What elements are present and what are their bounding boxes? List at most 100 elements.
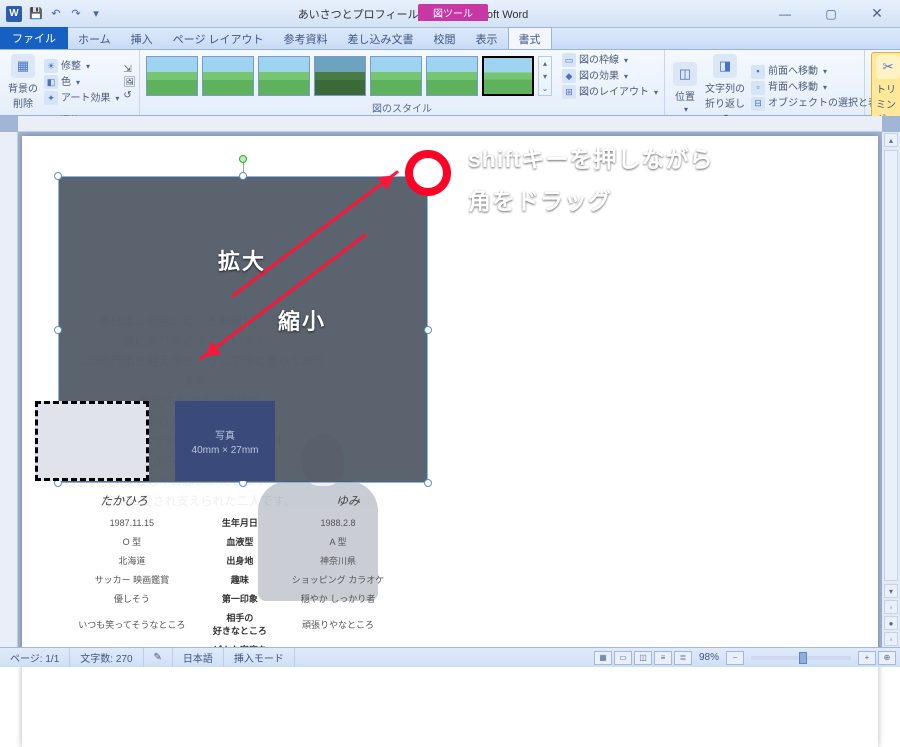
color-button[interactable]: ◧色▾ bbox=[44, 74, 119, 90]
resize-handle-tl[interactable] bbox=[54, 172, 62, 180]
resize-handle-r[interactable] bbox=[424, 326, 432, 334]
annotation-enlarge-label: 拡大 bbox=[218, 244, 266, 276]
status-word-count[interactable]: 文字数: 270 bbox=[70, 648, 143, 667]
tab-insert[interactable]: 挿入 bbox=[121, 28, 163, 49]
save-icon[interactable]: 💾 bbox=[28, 6, 44, 22]
maximize-button[interactable]: ▢ bbox=[808, 0, 854, 28]
send-backward-icon: ▫ bbox=[751, 81, 765, 95]
horizontal-ruler[interactable] bbox=[18, 116, 882, 132]
minimize-button[interactable]: — bbox=[762, 0, 808, 28]
picture-effects-button[interactable]: ◆図の効果▾ bbox=[562, 68, 658, 84]
scroll-down-button[interactable]: ▾ bbox=[884, 584, 898, 598]
zoom-in-button[interactable]: + bbox=[858, 651, 876, 665]
tab-file[interactable]: ファイル bbox=[0, 27, 68, 49]
tab-page-layout[interactable]: ページ レイアウト bbox=[163, 28, 274, 49]
view-print-layout-button[interactable]: ▦ bbox=[594, 651, 612, 665]
corrections-button[interactable]: ☀修整▾ bbox=[44, 58, 119, 74]
group-size: ✂ トリミング▾ 27.01 mm ▴▾ 39.99 mm ▴▾ サイズ bbox=[865, 50, 900, 115]
status-bar: ページ: 1/1 文字数: 270 ✎ 日本語 挿入モード ▦ ▭ ◫ ≡ ≣ … bbox=[0, 647, 900, 667]
group-styles-label: 図のスタイル bbox=[146, 100, 658, 116]
view-web-button[interactable]: ◫ bbox=[634, 651, 652, 665]
annotation-shrink-label: 縮小 bbox=[278, 304, 326, 336]
zoom-out-button[interactable]: − bbox=[726, 651, 744, 665]
tab-format[interactable]: 書式 bbox=[508, 27, 552, 49]
picture-border-button[interactable]: ▭図の枠線▾ bbox=[562, 52, 658, 68]
view-fullscreen-button[interactable]: ▭ bbox=[614, 651, 632, 665]
scroll-up-button[interactable]: ▴ bbox=[884, 133, 898, 147]
document-area: 本日はこの寒いところお越し下さり、 誠にありがとうございます。 二つの門出を迎え… bbox=[0, 116, 900, 647]
vertical-scrollbar[interactable]: ▴ ▾ ◦ ● ◦ bbox=[882, 132, 900, 647]
ribbon: ▦ 背景の 削除 ☀修整▾ ◧色▾ ✦アート効果▾ ⇲ 🖼 ↺ 調整 bbox=[0, 50, 900, 116]
status-insert-mode[interactable]: 挿入モード bbox=[224, 648, 295, 667]
resize-handle-t[interactable] bbox=[239, 172, 247, 180]
browse-object-button[interactable]: ● bbox=[884, 616, 898, 630]
close-button[interactable]: ✕ bbox=[854, 0, 900, 28]
scroll-track[interactable] bbox=[884, 150, 898, 581]
wrap-icon: ◨ bbox=[713, 54, 737, 78]
style-thumb[interactable] bbox=[258, 56, 310, 96]
table-row: 北海道出身地神奈川県 bbox=[60, 551, 400, 570]
contextual-tab-header: 図ツール bbox=[418, 4, 488, 21]
position-icon: ◫ bbox=[673, 62, 697, 86]
table-row: 優しそう第一印象穏やか しっかり者 bbox=[60, 589, 400, 608]
effects-icon: ◆ bbox=[562, 69, 576, 83]
annotation-tip2: 角をドラッグ bbox=[468, 182, 612, 216]
picture-style-gallery[interactable]: ▴▾⌄ bbox=[146, 56, 552, 96]
picture-layout-button[interactable]: ⊞図のレイアウト▾ bbox=[562, 84, 658, 100]
style-thumb[interactable] bbox=[370, 56, 422, 96]
crop-rectangle[interactable] bbox=[35, 401, 149, 481]
annotation-tip1: shiftキーを押しながら bbox=[468, 140, 714, 174]
group-arrange: ◫ 位置▾ ◨ 文字列の 折り返し▾ ▪前面へ移動▾ ▫背面へ移動▾ ⊟オブジェ… bbox=[665, 50, 865, 115]
tab-mailings[interactable]: 差し込み文書 bbox=[338, 28, 424, 49]
tab-references[interactable]: 参考資料 bbox=[274, 28, 338, 49]
color-icon: ◧ bbox=[44, 75, 58, 89]
tab-review[interactable]: 校閲 bbox=[424, 28, 466, 49]
tab-view[interactable]: 表示 bbox=[466, 28, 508, 49]
bring-forward-icon: ▪ bbox=[751, 65, 765, 79]
zoom-slider[interactable] bbox=[751, 656, 851, 660]
table-row: サッカー 映画鑑賞趣味ショッピング カラオケ bbox=[60, 570, 400, 589]
style-thumb[interactable] bbox=[482, 56, 534, 96]
remove-background-button[interactable]: ▦ 背景の 削除 bbox=[6, 52, 40, 112]
rotate-handle[interactable] bbox=[239, 155, 247, 163]
wrap-text-button[interactable]: ◨ 文字列の 折り返し▾ bbox=[703, 52, 747, 123]
change-picture-icon[interactable]: 🖼 bbox=[123, 77, 136, 88]
corrections-icon: ☀ bbox=[44, 59, 58, 73]
name-right: ゆみ bbox=[336, 492, 360, 509]
view-outline-button[interactable]: ≡ bbox=[654, 651, 672, 665]
view-draft-button[interactable]: ≣ bbox=[674, 651, 692, 665]
prev-page-button[interactable]: ◦ bbox=[884, 600, 898, 614]
tab-home[interactable]: ホーム bbox=[68, 28, 121, 49]
gallery-more-button[interactable]: ▴▾⌄ bbox=[538, 56, 552, 96]
next-page-button[interactable]: ◦ bbox=[884, 632, 898, 646]
undo-icon[interactable]: ↶ bbox=[48, 6, 64, 22]
zoom-fit-button[interactable]: ⊕ bbox=[878, 651, 896, 665]
border-icon: ▭ bbox=[562, 53, 576, 67]
status-proofing[interactable]: ✎ bbox=[144, 648, 173, 667]
style-thumb[interactable] bbox=[146, 56, 198, 96]
status-language[interactable]: 日本語 bbox=[173, 648, 224, 667]
layout-icon: ⊞ bbox=[562, 85, 576, 99]
position-button[interactable]: ◫ 位置▾ bbox=[671, 60, 699, 116]
resize-handle-br[interactable] bbox=[424, 479, 432, 487]
status-page[interactable]: ページ: 1/1 bbox=[0, 648, 70, 667]
remove-background-icon: ▦ bbox=[11, 54, 35, 78]
ribbon-tabs: 図ツール ファイル ホーム 挿入 ページ レイアウト 参考資料 差し込み文書 校… bbox=[0, 28, 900, 50]
photo-placeholder: 写真 40mm × 27mm bbox=[175, 401, 275, 481]
style-thumb[interactable] bbox=[426, 56, 478, 96]
window-controls: — ▢ ✕ bbox=[762, 0, 900, 28]
table-row: O 型血液型A 型 bbox=[60, 532, 400, 551]
profile-table: たかひろ ゆみ 1987.11.15生年月日1988.2.8 O 型血液型A 型… bbox=[60, 492, 400, 672]
zoom-level[interactable]: 98% bbox=[699, 652, 719, 663]
art-effects-button[interactable]: ✦アート効果▾ bbox=[44, 90, 119, 106]
annotation-circle bbox=[405, 150, 451, 196]
resize-handle-l[interactable] bbox=[54, 326, 62, 334]
vertical-ruler[interactable] bbox=[0, 132, 18, 647]
reset-picture-icon[interactable]: ↺ bbox=[123, 90, 136, 101]
name-left: たかひろ bbox=[100, 492, 148, 509]
style-thumb[interactable] bbox=[314, 56, 366, 96]
style-thumb[interactable] bbox=[202, 56, 254, 96]
compress-icon[interactable]: ⇲ bbox=[123, 64, 136, 75]
word-app-icon: W bbox=[6, 6, 22, 22]
crop-icon: ✂ bbox=[876, 55, 900, 79]
